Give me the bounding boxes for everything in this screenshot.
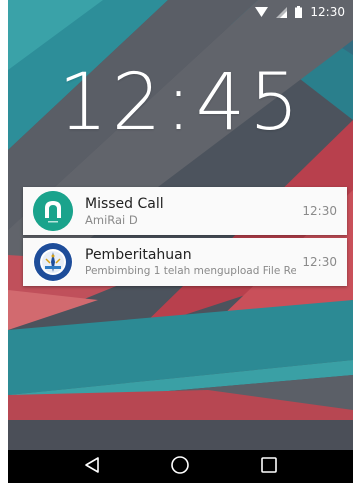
- notification-missed-call[interactable]: Missed Call AmiRai D 12:30: [23, 187, 347, 235]
- notification-title: Missed Call: [85, 196, 164, 212]
- home-icon: [170, 455, 190, 479]
- lockscreen-clock: 12:45: [58, 58, 303, 148]
- notification-text: Pembimbing 1 telah mengupload File Revis…: [85, 265, 297, 277]
- home-button[interactable]: [160, 450, 200, 483]
- recents-button[interactable]: [249, 450, 289, 483]
- navigation-bar: [8, 450, 353, 483]
- recents-icon: [260, 456, 278, 478]
- status-time: 12:30: [310, 5, 345, 19]
- phone-screen: 12:30 12:45 Missed Call AmiRai D 12:30 P…: [8, 0, 353, 483]
- phone-app-icon: [33, 191, 73, 231]
- notification-pemberitahuan[interactable]: Pemberitahuan Pembimbing 1 telah mengupl…: [23, 238, 347, 286]
- battery-icon: [295, 6, 303, 18]
- university-logo-icon: [33, 242, 73, 282]
- notification-body: Missed Call AmiRai D: [85, 195, 296, 227]
- notification-text: AmiRai D: [85, 213, 138, 227]
- back-button[interactable]: [72, 450, 112, 483]
- notification-time: 12:30: [302, 255, 337, 269]
- notification-body: Pemberitahuan Pembimbing 1 telah mengupl…: [85, 246, 296, 278]
- signal-icon: [276, 6, 288, 18]
- notification-title: Pemberitahuan: [85, 247, 192, 263]
- status-bar: 12:30: [8, 0, 353, 24]
- wifi-icon: [255, 6, 269, 18]
- notification-time: 12:30: [302, 204, 337, 218]
- back-icon: [83, 456, 101, 478]
